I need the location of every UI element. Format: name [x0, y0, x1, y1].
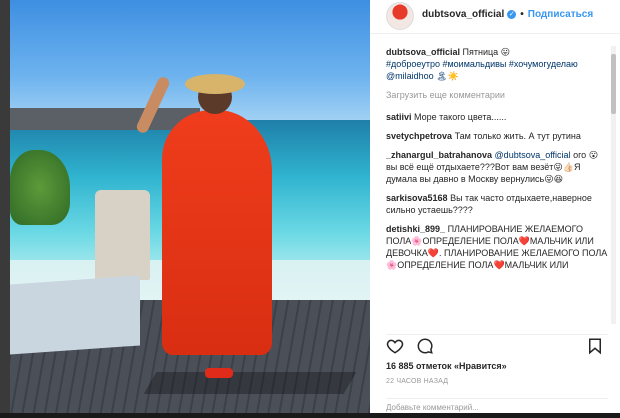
comment-item: _zhanargul_batrahanova @dubtsova_officia… — [386, 149, 608, 185]
action-bar — [386, 334, 608, 355]
post-timestamp[interactable]: 22 ЧАСОВ НАЗАД — [386, 378, 448, 385]
photo-shadow — [143, 372, 357, 394]
comment-text: Море такого цвета...... — [414, 112, 507, 122]
post-side-panel: dubtsova_official ✓ • Подписаться dubtsova_… — [370, 0, 620, 413]
photo-plant — [10, 150, 70, 225]
comment-username[interactable]: svetychpetrova — [386, 131, 452, 141]
comment-text: Там только жить. А тут рутина — [454, 131, 581, 141]
comment-item: svetychpetrova Там только жить. А тут ру… — [386, 130, 608, 142]
post-photo[interactable] — [10, 0, 370, 413]
page-background-left — [0, 0, 10, 413]
comments-scrollbar[interactable] — [611, 46, 616, 324]
comment-item: satiivi Море такого цвета...... — [386, 111, 608, 123]
comments-list: dubtsova_official Пятница 😛 #доброеутро … — [386, 46, 608, 324]
caption: dubtsova_official Пятница 😛 #доброеутро … — [386, 46, 608, 82]
comment-icon[interactable] — [416, 337, 434, 355]
comment-username[interactable]: detishki_899_ — [386, 224, 445, 234]
follow-button[interactable]: Подписаться — [528, 9, 593, 20]
comment-item: sarkisova5168 Вы так часто отдыхаете,нав… — [386, 192, 608, 216]
comment-username[interactable]: satiivi — [386, 112, 412, 122]
header-separator: • — [520, 9, 524, 20]
photo-pier — [10, 108, 200, 130]
photo-chair — [95, 190, 150, 280]
header-username[interactable]: dubtsova_official — [422, 9, 504, 20]
add-comment-input[interactable]: Добавьте комментарий... — [386, 398, 608, 418]
caption-text: Пятница 😛 — [462, 47, 511, 57]
bookmark-icon[interactable] — [586, 337, 604, 355]
photo-shoes — [205, 368, 233, 378]
load-more-comments-link[interactable]: Загрузить еще комментарии — [386, 89, 608, 101]
photo-sky — [10, 0, 370, 125]
heart-icon[interactable] — [386, 337, 404, 355]
verified-badge-icon: ✓ — [507, 10, 517, 19]
comment-mention[interactable]: @dubtsova_official — [495, 150, 571, 160]
comment-item: detishki_899_ ПЛАНИРОВАНИЕ ЖЕЛАЕМОГО ПОЛ… — [386, 223, 608, 271]
comment-username[interactable]: sarkisova5168 — [386, 193, 448, 203]
photo-hat — [185, 74, 245, 94]
caption-hashtags[interactable]: #доброеутро #моимальдивы #хочумогуделаю … — [386, 59, 578, 81]
header-username-row: dubtsova_official ✓ • Подписаться — [422, 9, 593, 20]
photo-table — [10, 275, 140, 355]
comment-username[interactable]: _zhanargul_batrahanova — [386, 150, 492, 160]
caption-username[interactable]: dubtsova_official — [386, 47, 460, 57]
photo-red-dress — [162, 110, 272, 355]
avatar[interactable] — [386, 2, 414, 30]
comments-scroll-thumb[interactable] — [611, 54, 616, 114]
post-header: dubtsova_official ✓ • Подписаться — [370, 0, 620, 34]
likes-count[interactable]: 16 885 отметок «Нравится» — [386, 361, 507, 371]
